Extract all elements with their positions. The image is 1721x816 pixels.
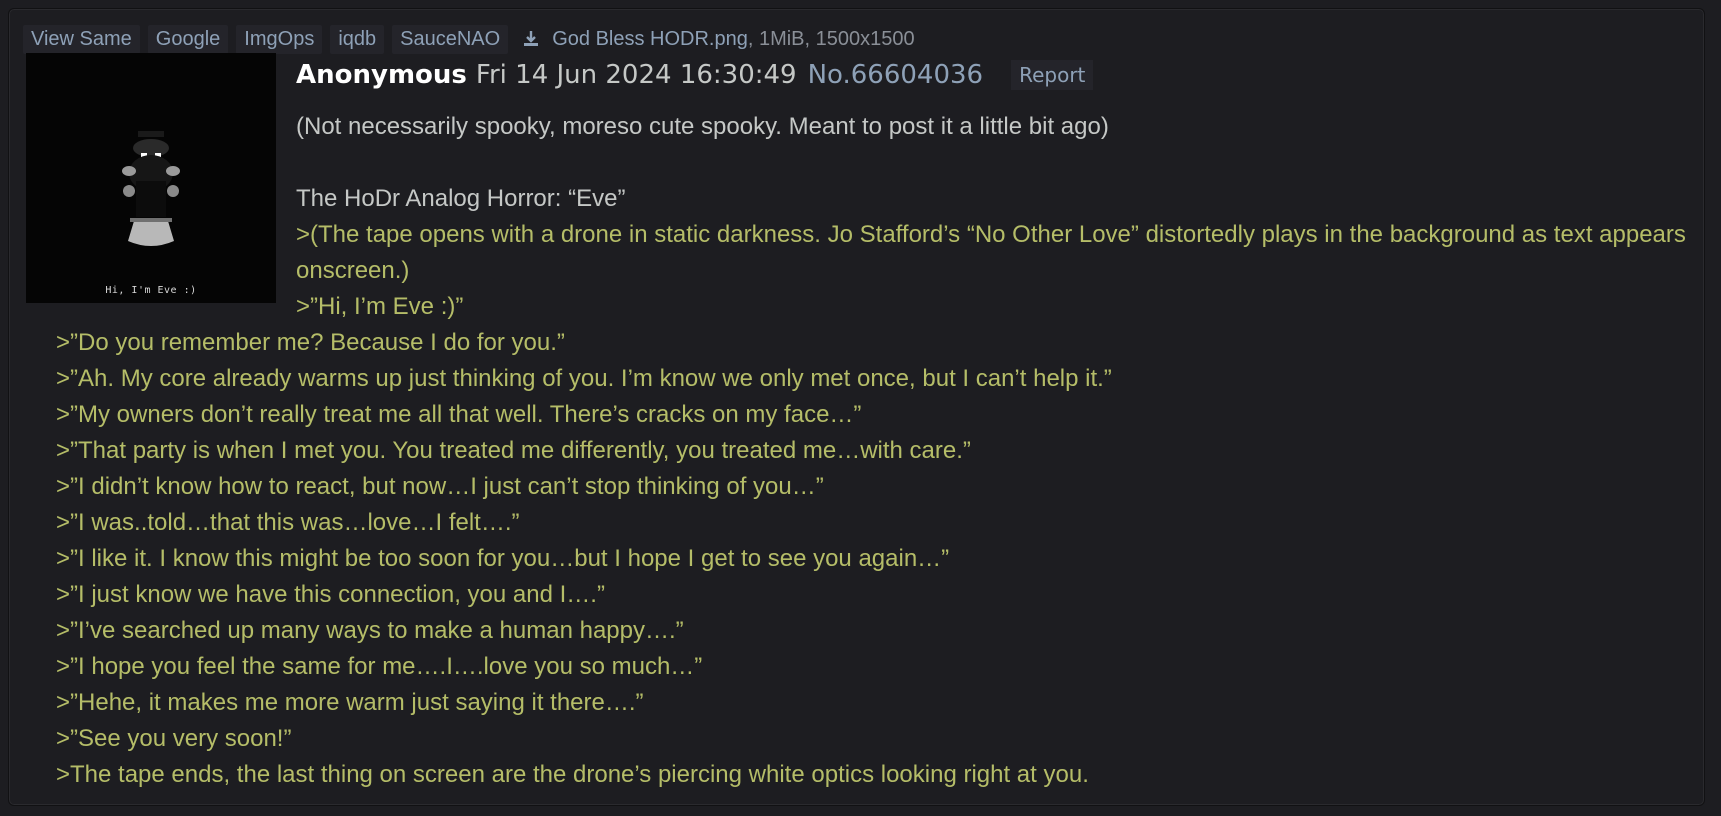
greentext-line: >”I didn’t know how to react, but now…I … xyxy=(56,473,824,500)
imgops-link[interactable]: ImgOps xyxy=(236,24,323,54)
greentext-line: >”Hi, I’m Eve :)” xyxy=(296,293,464,320)
post-body: (Not necessarily spooky, moreso cute spo… xyxy=(56,109,1686,793)
post-container: View Same Google ImgOps iqdb SauceNAO Go… xyxy=(8,8,1705,806)
greentext-line: >”I just know we have this connection, y… xyxy=(56,581,605,608)
post-date: Fri 14 Jun 2024 16:30:49 xyxy=(475,60,797,90)
greentext-line: >”Do you remember me? Because I do for y… xyxy=(56,329,565,356)
iqdb-link[interactable]: iqdb xyxy=(330,24,385,54)
poster-name: Anonymous xyxy=(296,60,467,90)
greentext-line: >”I’ve searched up many ways to make a h… xyxy=(56,617,684,644)
greentext-line: >”See you very soon!” xyxy=(56,725,292,752)
post-intro: (Not necessarily spooky, moreso cute spo… xyxy=(296,113,1109,140)
report-button[interactable]: Report xyxy=(1011,60,1094,90)
greentext-line: >”My owners don’t really treat me all th… xyxy=(56,401,862,428)
greentext-line: >”Ah. My core already warms up just thin… xyxy=(56,365,1112,392)
drone-image xyxy=(122,131,180,246)
saucenao-link[interactable]: SauceNAO xyxy=(392,24,509,54)
thumbnail-caption: Hi, I'm Eve :) xyxy=(105,285,197,296)
greentext-line: >(The tape opens with a drone in static … xyxy=(296,221,1686,284)
post-title-line: The HoDr Analog Horror: “Eve” xyxy=(296,185,626,212)
post-thumbnail[interactable]: Hi, I'm Eve :) xyxy=(26,53,276,303)
post-number-link[interactable]: No.66604036 xyxy=(808,60,984,90)
greentext-line: >”I hope you feel the same for me….I….lo… xyxy=(56,653,703,680)
greentext-line: >”I was..told…that this was…love…I felt…… xyxy=(56,509,520,536)
file-meta: , 1MiB, 1500x1500 xyxy=(747,27,915,50)
greentext-line: >”That party is when I met you. You trea… xyxy=(56,437,971,464)
greentext-line: >”Hehe, it makes me more warm just sayin… xyxy=(56,689,644,716)
download-icon[interactable] xyxy=(522,30,540,48)
file-name-link[interactable]: God Bless HODR.png xyxy=(552,28,748,51)
file-info-bar: View Same Google ImgOps iqdb SauceNAO Go… xyxy=(23,23,915,55)
greentext-line: >”I like it. I know this might be too so… xyxy=(56,545,950,572)
google-search-link[interactable]: Google xyxy=(147,24,229,54)
post-header: Anonymous Fri 14 Jun 2024 16:30:49 No.66… xyxy=(296,57,1094,93)
view-same-link[interactable]: View Same xyxy=(23,24,140,54)
greentext-line: >The tape ends, the last thing on screen… xyxy=(56,761,1089,788)
